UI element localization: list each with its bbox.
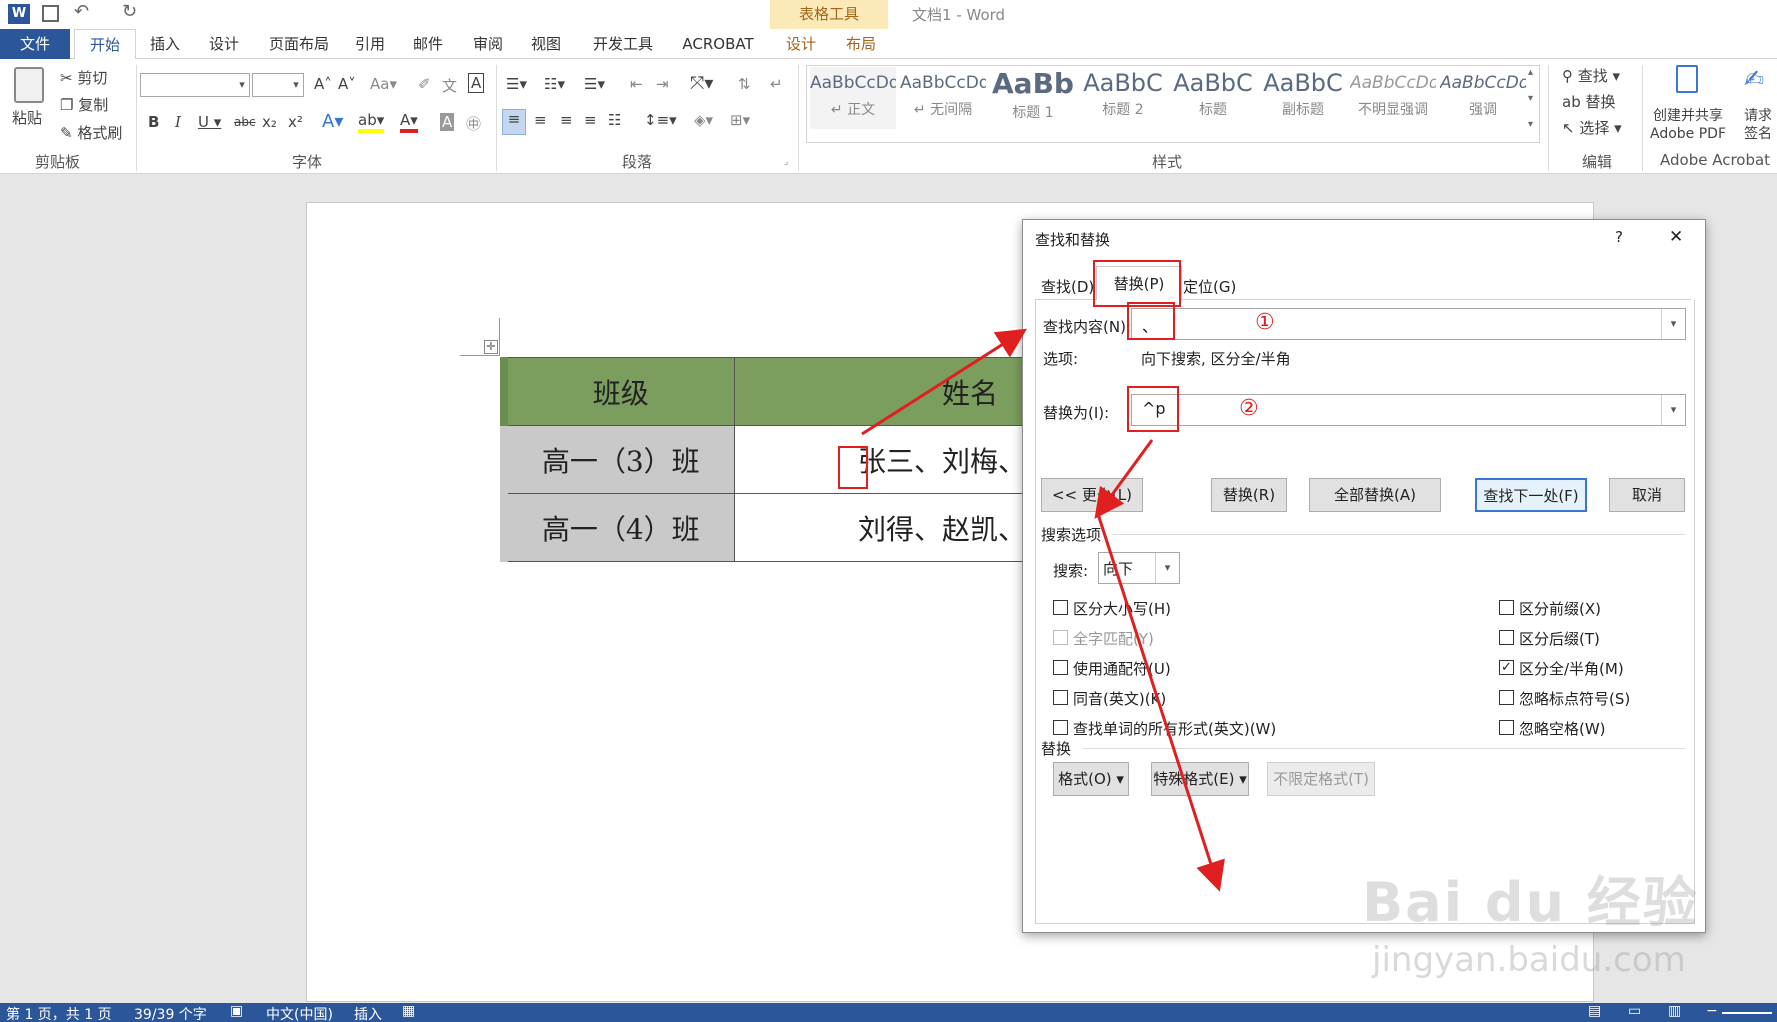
read-mode-icon[interactable]: ▤	[1588, 1003, 1601, 1019]
proofing-icon[interactable]: ▣	[230, 1003, 243, 1019]
macro-icon[interactable]: ▦	[402, 1003, 415, 1019]
page-count[interactable]: 第 1 页，共 1 页	[6, 1004, 112, 1022]
baidu-watermark-url: jingyan.baidu.com	[1372, 940, 1686, 980]
word-count[interactable]: 39/39 个字	[134, 1004, 207, 1022]
arrow-to-less	[1094, 439, 1154, 519]
language[interactable]: 中文(中国)	[266, 1004, 333, 1022]
print-layout-icon[interactable]: ▭	[1628, 1003, 1641, 1019]
zoom-slider[interactable]	[1722, 1012, 1772, 1014]
arrow-to-find	[861, 328, 1028, 436]
baidu-watermark: Bai du 经验	[1362, 871, 1699, 934]
web-layout-icon[interactable]: ▥	[1668, 1003, 1681, 1019]
status-bar: 第 1 页，共 1 页 39/39 个字 ▣ 中文(中国) 插入 ▦ ▤ ▭ ▥…	[0, 1003, 1777, 1022]
arrow-to-special	[1096, 513, 1225, 892]
zoom-out-icon[interactable]: −	[1706, 1003, 1718, 1019]
insert-mode[interactable]: 插入	[354, 1004, 382, 1022]
